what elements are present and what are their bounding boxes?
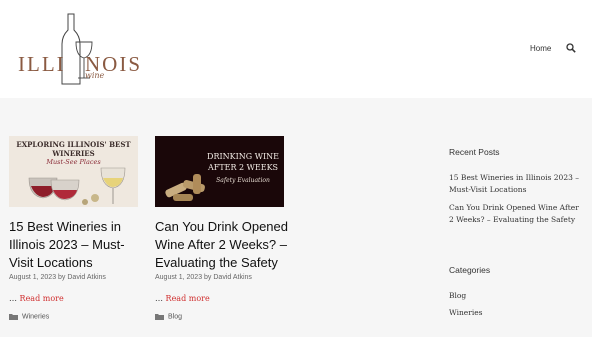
read-more-link[interactable]: Read more — [166, 294, 210, 303]
thumbnail-caption-line3: Must-See Places — [46, 158, 101, 166]
post-meta: August 1, 2023 by David Atkins — [9, 274, 106, 281]
category-link-blog[interactable]: Blog — [449, 290, 584, 302]
read-more-ellipsis: … — [9, 294, 17, 303]
categories-heading: Categories — [449, 265, 491, 275]
post-meta: August 1, 2023 by David Atkins — [155, 274, 252, 281]
search-icon[interactable] — [566, 43, 576, 53]
post-category: Blog — [155, 313, 182, 320]
logo-subtitle: wine — [85, 71, 105, 80]
thumbnail-caption-line2: AFTER 2 WEEKS — [207, 163, 279, 172]
thumbnail-caption-line1: DRINKING WINE — [207, 152, 279, 161]
folder-icon — [9, 314, 18, 320]
recent-posts-heading: Recent Posts — [449, 147, 500, 157]
read-more: … Read more — [155, 294, 210, 303]
category-link[interactable]: Wineries — [22, 313, 49, 320]
thumbnail-caption-line1: EXPLORING ILLINOIS' BEST — [16, 140, 131, 149]
nav-home-link[interactable]: Home — [530, 44, 551, 53]
post-thumbnail[interactable]: DRINKING WINE AFTER 2 WEEKS Safety Evalu… — [155, 136, 284, 207]
folder-icon — [155, 314, 164, 320]
read-more-link[interactable]: Read more — [20, 294, 64, 303]
site-logo[interactable]: ILLI NOIS wine — [18, 12, 140, 88]
thumbnail-caption-line2: WINERIES — [52, 149, 95, 158]
logo-text-left: ILLI — [18, 52, 66, 76]
category-link[interactable]: Blog — [168, 313, 182, 320]
post-category: Wineries — [9, 313, 49, 320]
read-more-ellipsis: … — [155, 294, 163, 303]
site-header: ILLI NOIS wine Home — [0, 0, 592, 98]
read-more: … Read more — [9, 294, 64, 303]
recent-post-link[interactable]: 15 Best Wineries in Illinois 2023 – Must… — [449, 172, 584, 196]
post-title-link[interactable]: Can You Drink Opened Wine After 2 Weeks?… — [155, 218, 289, 272]
post-title-link[interactable]: 15 Best Wineries in Illinois 2023 – Must… — [9, 218, 143, 272]
recent-post-link[interactable]: Can You Drink Opened Wine After 2 Weeks?… — [449, 202, 584, 226]
category-link-wineries[interactable]: Wineries — [449, 307, 584, 319]
post-thumbnail[interactable]: EXPLORING ILLINOIS' BEST WINERIES Must-S… — [9, 136, 138, 207]
thumbnail-caption-line3: Safety Evaluation — [216, 177, 270, 184]
